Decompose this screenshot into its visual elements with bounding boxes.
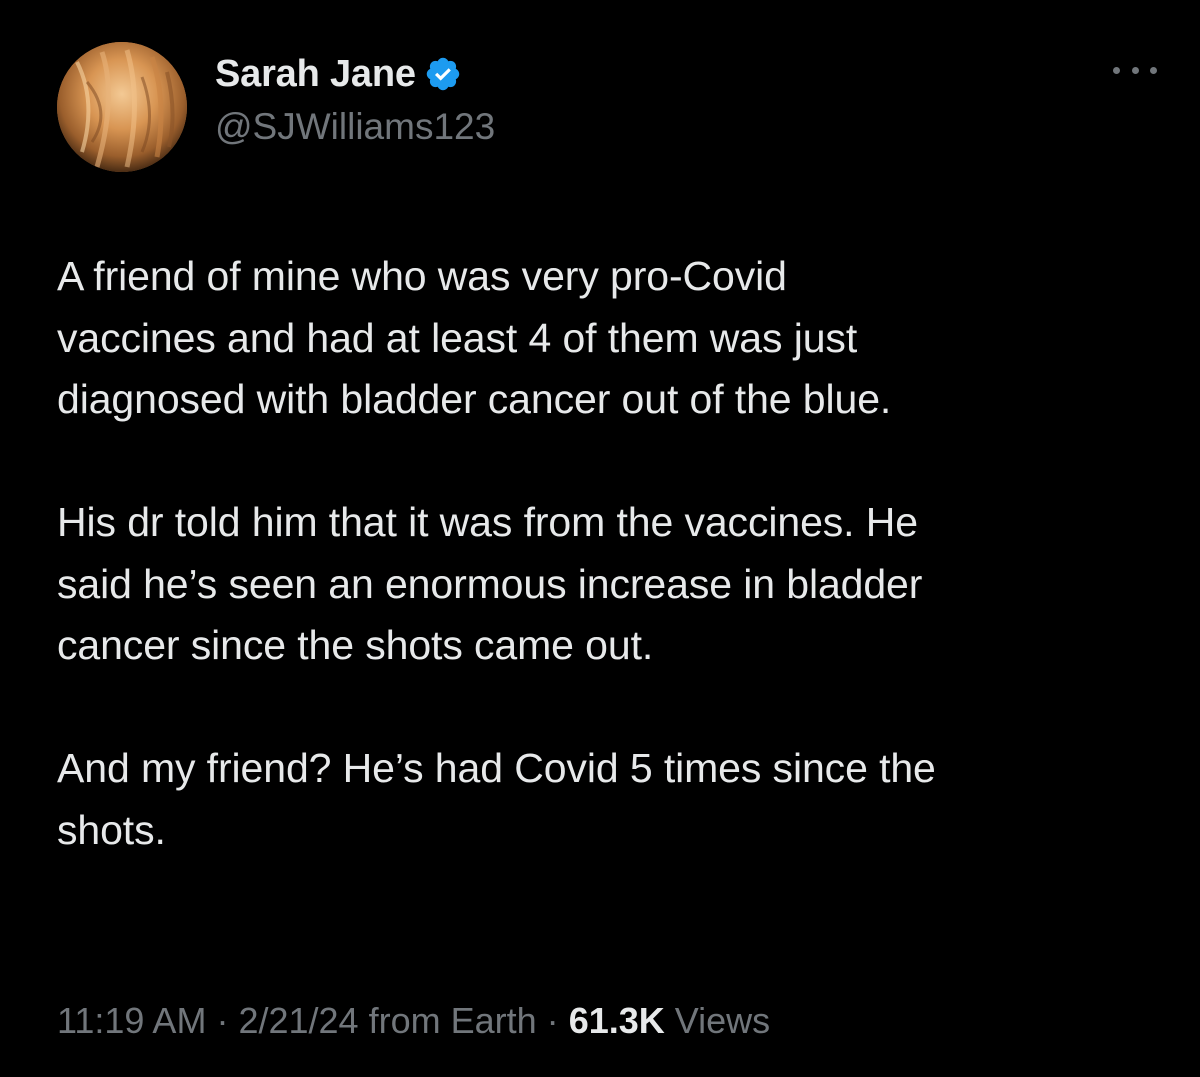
- more-horizontal-icon[interactable]: [1113, 60, 1157, 80]
- tweet-meta: 11:19 AM · 2/21/24 from Earth · 61.3K Vi…: [57, 1000, 770, 1042]
- avatar-image: [57, 42, 187, 172]
- meta-separator: ·: [546, 1000, 559, 1041]
- author-names: Sarah Jane @SJWilliams123: [215, 48, 495, 148]
- avatar[interactable]: [57, 42, 187, 172]
- tweet-paragraph: And my friend? He’s had Covid 5 times si…: [57, 745, 936, 853]
- author-handle[interactable]: @SJWilliams123: [215, 106, 495, 148]
- tweet-paragraph: A friend of mine who was very pro-Covid …: [57, 253, 892, 422]
- views-label: Views: [674, 1000, 771, 1041]
- more-dot: [1150, 66, 1157, 74]
- meta-separator: ·: [216, 1000, 229, 1041]
- tweet-source: from Earth: [368, 1000, 537, 1041]
- views-count[interactable]: 61.3K: [569, 1000, 665, 1041]
- display-name[interactable]: Sarah Jane: [215, 53, 416, 96]
- tweet-text: A friend of mine who was very pro-Covid …: [57, 246, 1157, 861]
- more-dot: [1131, 66, 1139, 74]
- verified-badge-icon[interactable]: [424, 55, 462, 93]
- display-name-row: Sarah Jane: [215, 48, 495, 100]
- tweet-header: Sarah Jane @SJWilliams123: [57, 42, 1157, 172]
- tweet: Sarah Jane @SJWilliams123 A friend of mi…: [0, 0, 1200, 1077]
- tweet-paragraph: His dr told him that it was from the vac…: [57, 499, 923, 668]
- tweet-time[interactable]: 11:19 AM: [57, 1000, 206, 1041]
- more-dot: [1113, 66, 1120, 74]
- tweet-date[interactable]: 2/21/24: [238, 1000, 358, 1041]
